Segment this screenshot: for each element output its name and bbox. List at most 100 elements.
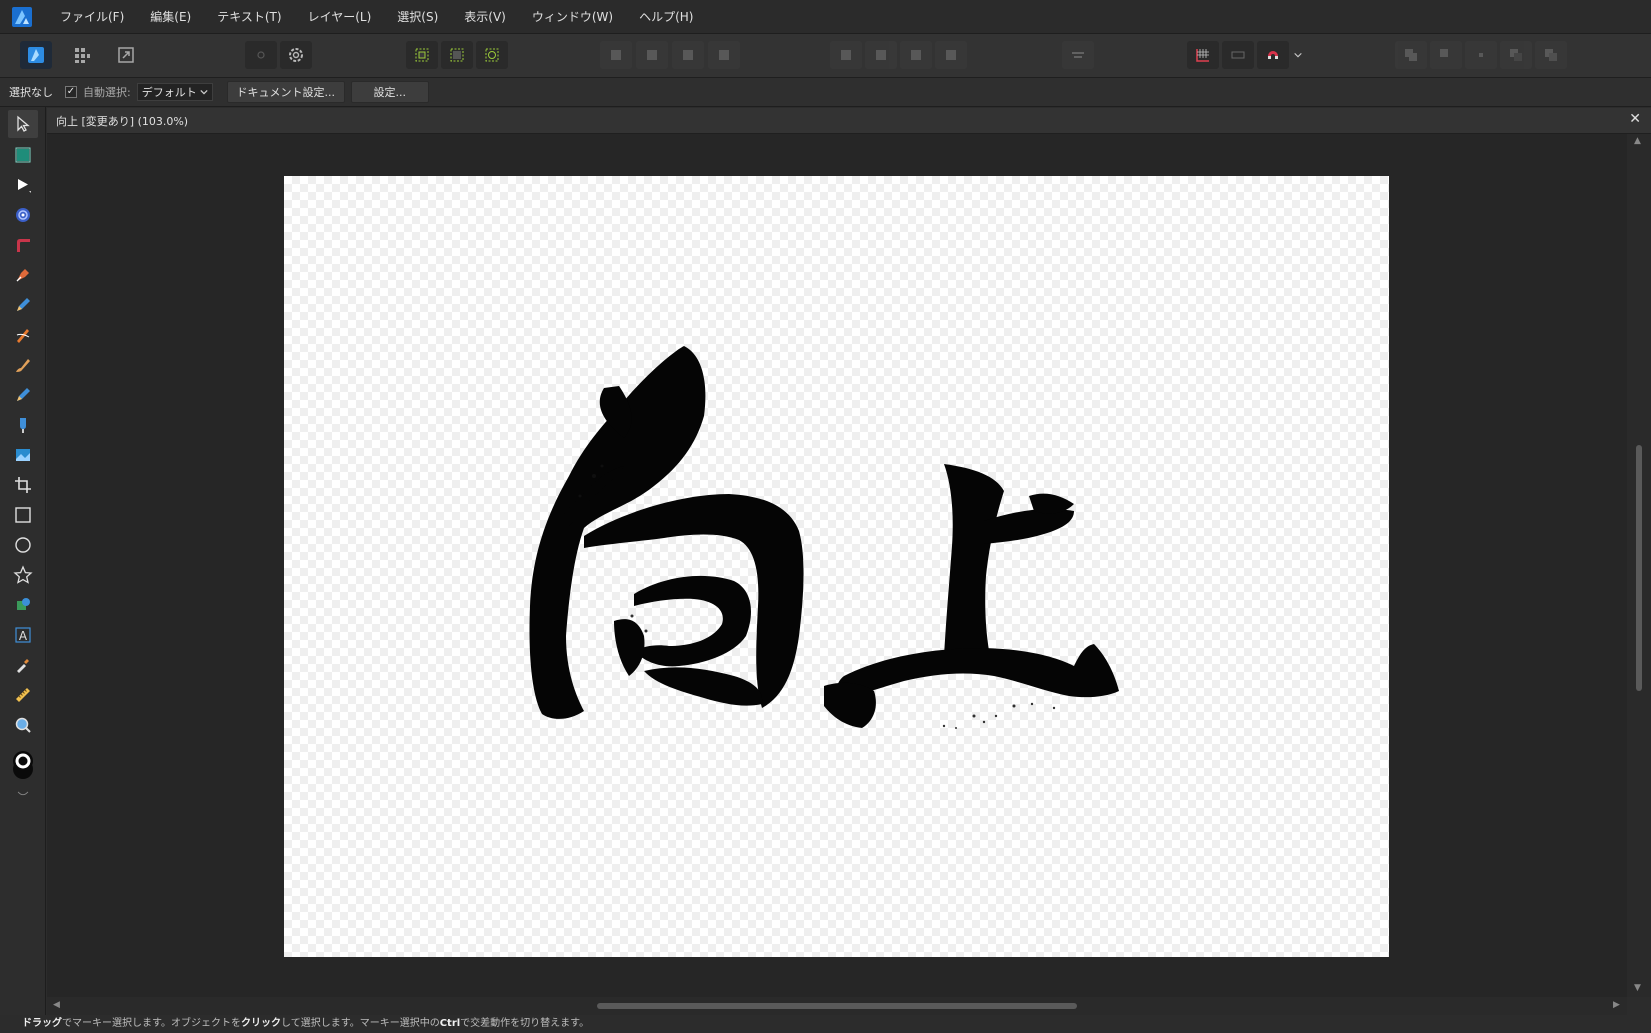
- boolean-xor-icon: [1510, 49, 1522, 61]
- affinity-designer-logo-icon[interactable]: [11, 6, 33, 28]
- fill-stroke-swatch[interactable]: [8, 747, 38, 787]
- vertical-scrollbar[interactable]: ▲ ▼: [1627, 134, 1651, 997]
- deselect-button[interactable]: [441, 41, 473, 69]
- menu-help[interactable]: ヘルプ(H): [626, 0, 706, 34]
- arrange-forward-button[interactable]: [672, 41, 704, 69]
- menu-layer[interactable]: レイヤー(L): [295, 0, 385, 34]
- horizontal-scroll-thumb[interactable]: [597, 1003, 1077, 1009]
- node-tool[interactable]: [8, 171, 38, 199]
- star-icon: [13, 565, 33, 584]
- document-tab-title: 向上 [変更あり] (103.0%): [56, 114, 189, 128]
- corner-tool[interactable]: [8, 231, 38, 259]
- rectangle-tool[interactable]: [8, 501, 38, 529]
- invert-selection-button[interactable]: [476, 41, 508, 69]
- fill-brush-tool[interactable]: [8, 381, 38, 409]
- ellipse-tool[interactable]: [8, 531, 38, 559]
- document-setup-button[interactable]: ドキュメント設定...: [226, 81, 345, 103]
- snapping-grid-button[interactable]: [1187, 41, 1219, 69]
- boolean-xor-button[interactable]: [1500, 41, 1532, 69]
- designer-persona-button[interactable]: [20, 41, 52, 69]
- star-tool[interactable]: [8, 561, 38, 589]
- arrange-backward-button[interactable]: [636, 41, 668, 69]
- scroll-left-icon[interactable]: ◀: [53, 1000, 60, 1010]
- boolean-subtract-button[interactable]: [1430, 41, 1462, 69]
- rotate-right-button[interactable]: [900, 41, 932, 69]
- vertical-scroll-thumb[interactable]: [1636, 445, 1642, 691]
- circle-dot-icon: [257, 51, 265, 59]
- rotate-left-icon: [876, 50, 886, 60]
- measure-tool[interactable]: [8, 681, 38, 709]
- auto-select-dropdown[interactable]: デフォルト: [136, 83, 213, 101]
- boolean-divide-button[interactable]: [1535, 41, 1567, 69]
- menu-select[interactable]: 選択(S): [384, 0, 451, 34]
- pointer-arrow-icon: [17, 115, 30, 132]
- zoom-tool[interactable]: [8, 711, 38, 739]
- menu-window[interactable]: ウィンドウ(W): [519, 0, 626, 34]
- close-icon[interactable]: ✕: [1629, 111, 1641, 127]
- menu-view[interactable]: 表示(V): [451, 0, 519, 34]
- boolean-intersect-button[interactable]: [1465, 41, 1497, 69]
- scroll-down-icon[interactable]: ▼: [1634, 983, 1641, 993]
- snapping-magnet-button[interactable]: [1257, 41, 1289, 69]
- export-persona-button[interactable]: [110, 41, 142, 69]
- auto-select-label: 自動選択:: [83, 86, 131, 99]
- snapping-dropdown-button[interactable]: [1290, 41, 1306, 69]
- flip-vertical-icon: [946, 50, 956, 60]
- auto-select-checkbox[interactable]: ✓: [65, 86, 77, 98]
- pen-tool[interactable]: [8, 261, 38, 289]
- fill-bucket-icon: [20, 418, 26, 433]
- context-toolbar: 選択なし ✓ 自動選択: デフォルト ドキュメント設定... 設定...: [0, 78, 1651, 107]
- align-icon: [1072, 52, 1084, 58]
- swap-colors-button[interactable]: [8, 787, 38, 801]
- pixel-persona-button[interactable]: [66, 41, 98, 69]
- flip-vertical-button[interactable]: [935, 41, 967, 69]
- shapes-tool[interactable]: [8, 591, 38, 619]
- flip-button[interactable]: [830, 41, 862, 69]
- artboard-tool[interactable]: [8, 141, 38, 169]
- paint-brush-tool[interactable]: [8, 351, 38, 379]
- tools-panel: A: [0, 107, 46, 1015]
- fill-tool[interactable]: [8, 411, 38, 439]
- status-text-3: で交差動作を切り替えます。: [460, 1018, 590, 1029]
- crop-tool[interactable]: [8, 471, 38, 499]
- rotate-left-button[interactable]: [865, 41, 897, 69]
- pencil-tool[interactable]: [8, 291, 38, 319]
- boolean-subtract-icon: [1440, 49, 1448, 57]
- select-all-button[interactable]: [406, 41, 438, 69]
- menu-file[interactable]: ファイル(F): [47, 0, 137, 34]
- scroll-up-icon[interactable]: ▲: [1634, 136, 1641, 146]
- snapping-options-button[interactable]: [1222, 41, 1254, 69]
- move-tool[interactable]: [8, 110, 38, 138]
- chevron-down-icon: [1294, 52, 1302, 58]
- scroll-right-icon[interactable]: ▶: [1613, 1000, 1620, 1010]
- preferences-button[interactable]: 設定...: [350, 81, 429, 103]
- boolean-add-button[interactable]: [1395, 41, 1427, 69]
- snapping-options-icon: [1231, 51, 1245, 59]
- canvas-viewport[interactable]: [47, 134, 1627, 997]
- status-click-word: クリック: [241, 1018, 281, 1029]
- pen-nib-icon: [16, 269, 29, 282]
- status-drag-word: ドラッグ: [22, 1018, 62, 1029]
- arrange-back-button[interactable]: [600, 41, 632, 69]
- corner-icon: [17, 239, 30, 252]
- arrange-front-button[interactable]: [708, 41, 740, 69]
- vector-brush-tool[interactable]: [8, 321, 38, 349]
- artistic-text-tool[interactable]: A: [8, 621, 38, 649]
- horizontal-scrollbar[interactable]: ◀ ▶: [47, 997, 1627, 1015]
- view-mode-button[interactable]: [245, 41, 277, 69]
- align-button[interactable]: [1062, 41, 1094, 69]
- document-tab[interactable]: 向上 [変更あり] (103.0%) ✕: [47, 108, 1651, 134]
- menu-text[interactable]: テキスト(T): [204, 0, 294, 34]
- artboard[interactable]: [284, 176, 1389, 957]
- swap-arrows-icon: [17, 791, 29, 796]
- settings-button[interactable]: [280, 41, 312, 69]
- designer-persona-icon: [28, 47, 44, 63]
- text-icon: A: [15, 627, 31, 643]
- menu-edit[interactable]: 編集(E): [137, 0, 204, 34]
- color-picker-tool[interactable]: [8, 651, 38, 679]
- place-image-tool[interactable]: [8, 441, 38, 469]
- flip-horizontal-icon: [841, 50, 851, 60]
- point-transform-tool[interactable]: [8, 201, 38, 229]
- arrange-front-icon: [719, 50, 729, 60]
- calligraphy-artwork[interactable]: [284, 176, 1389, 957]
